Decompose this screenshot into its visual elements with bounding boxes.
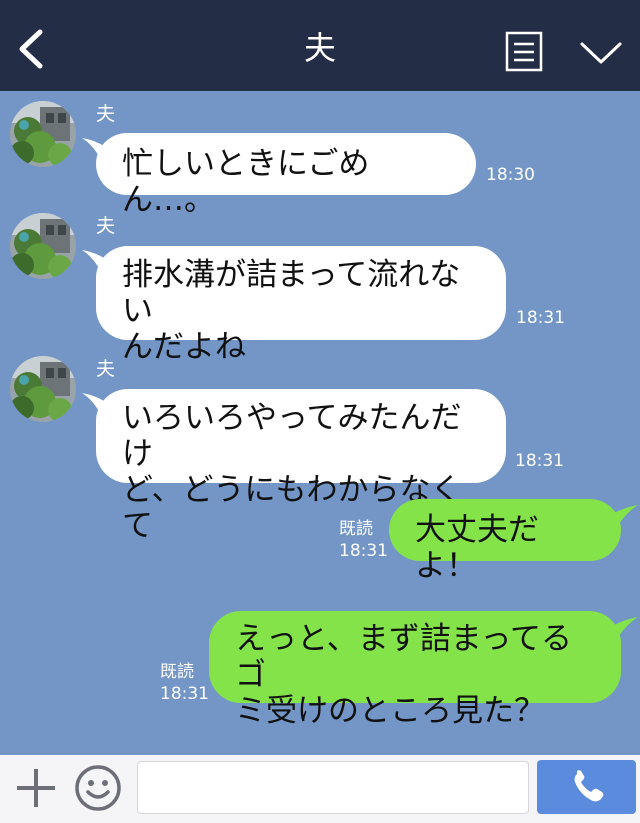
add-attachment-button[interactable] — [14, 766, 58, 810]
bubble-tail — [614, 505, 638, 525]
avatar-photo — [10, 356, 76, 422]
read-label: 既読 — [339, 519, 373, 539]
collapse-button[interactable] — [578, 36, 624, 70]
read-receipt: 既読 18:31 — [339, 518, 388, 562]
sender-name: 夫 — [96, 215, 116, 237]
message-line: 忙しいときにごめん…。 — [122, 146, 370, 218]
message-bubble[interactable]: えっと、まず詰まってるゴ ミ受けのところ見た？ — [209, 611, 621, 729]
call-button[interactable] — [537, 760, 636, 814]
message-time: 18:31 — [515, 451, 564, 471]
message-bubble[interactable]: いろいろやってみたんだけ ど、どうにもわからなくて — [96, 389, 506, 544]
avatar-photo — [10, 213, 76, 279]
bubble-tail — [614, 617, 638, 637]
phone-icon — [574, 770, 604, 802]
emoji-button[interactable] — [74, 764, 122, 812]
message-line: ミ受けのところ見た？ — [235, 693, 545, 729]
read-label: 既読 — [160, 662, 194, 682]
message-line: えっと、まず詰まってるゴ — [235, 621, 572, 693]
message-bubble[interactable]: 大丈夫だよ！ — [389, 499, 621, 584]
chat-header: 夫 — [0, 0, 640, 91]
message-time: 18:31 — [339, 541, 388, 561]
message-line: いろいろやってみたんだけ — [122, 400, 462, 472]
message-time: 18:31 — [160, 684, 209, 704]
avatar[interactable] — [10, 101, 76, 167]
chat-area[interactable]: 夫 忙しいときにごめん…。 18:30 夫 排水溝が詰まって流れない んだよね … — [0, 91, 640, 755]
chevron-down-icon — [580, 42, 622, 64]
message-line: 大丈夫だよ！ — [415, 512, 539, 584]
message-time: 18:30 — [486, 165, 535, 185]
sender-name: 夫 — [96, 358, 116, 380]
menu-list-icon — [505, 31, 543, 72]
message-bubble[interactable]: 排水溝が詰まって流れない んだよね — [96, 246, 506, 365]
read-receipt: 既読 18:31 — [160, 661, 209, 705]
avatar[interactable] — [10, 356, 76, 422]
sender-name: 夫 — [96, 103, 116, 125]
message-bubble[interactable]: 忙しいときにごめん…。 — [96, 133, 476, 218]
message-line: んだよね — [122, 329, 246, 365]
avatar[interactable] — [10, 213, 76, 279]
emoji-icon — [75, 765, 121, 811]
message-time: 18:31 — [516, 308, 565, 328]
plus-icon — [17, 769, 55, 807]
menu-button[interactable] — [505, 31, 543, 72]
chat-title: 夫 — [303, 29, 336, 67]
message-line: 排水溝が詰まって流れない — [122, 257, 461, 329]
message-input[interactable] — [137, 761, 529, 814]
avatar-photo — [10, 101, 76, 167]
